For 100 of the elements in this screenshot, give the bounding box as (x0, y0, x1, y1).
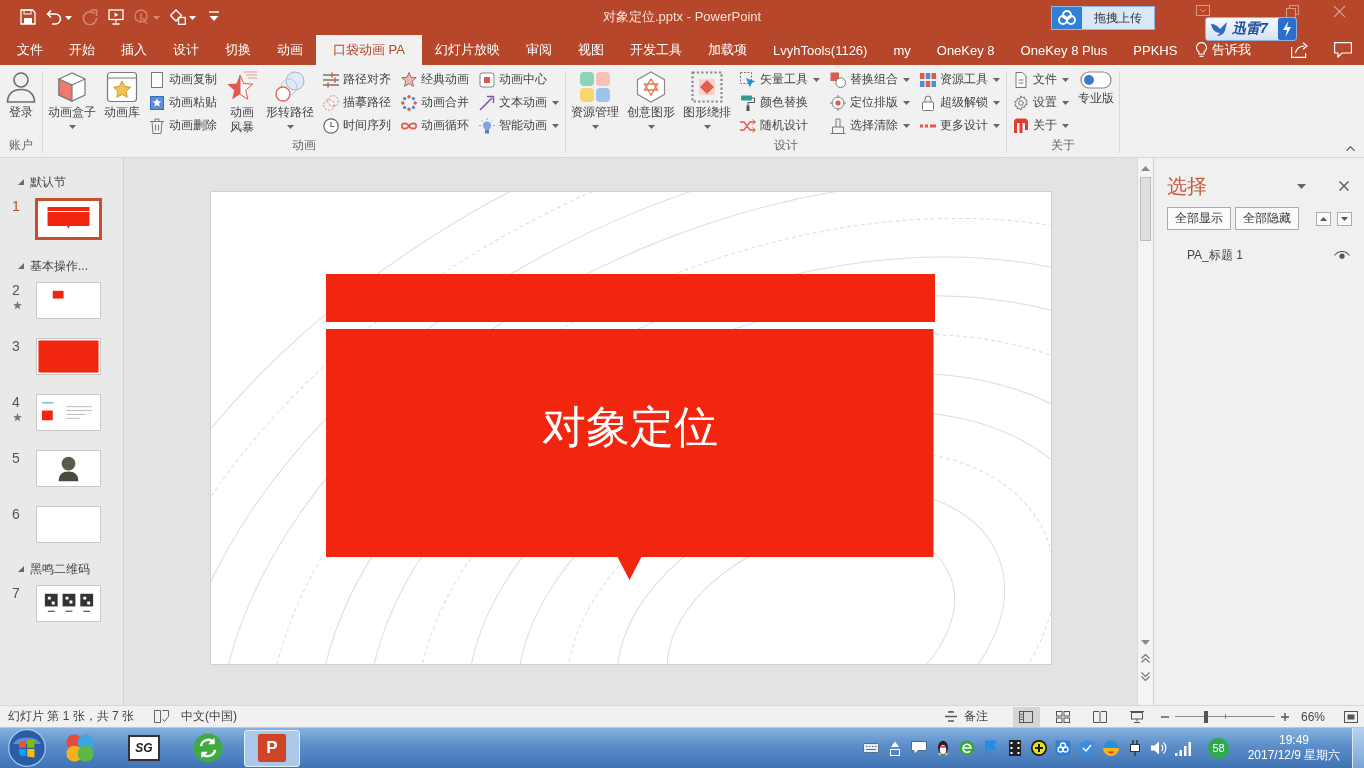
ribbon-button[interactable]: 随机设计 (737, 114, 823, 137)
ribbon-button[interactable]: 经典动画 (398, 68, 472, 91)
signal-icon[interactable] (1175, 740, 1191, 756)
globe-icon[interactable] (959, 740, 975, 756)
slide-thumbnail[interactable] (35, 198, 102, 240)
ribbon-tab[interactable]: 文件 (4, 35, 56, 65)
ribbon-button[interactable]: 图形绕排 (681, 68, 733, 129)
previous-slide-icon[interactable] (1141, 654, 1150, 663)
ribbon-button[interactable]: 动画风暴 (224, 68, 260, 135)
slide-thumbnail[interactable] (36, 338, 101, 375)
tell-me-button[interactable]: 告诉我 (1196, 41, 1252, 58)
comment-icon[interactable] (1334, 42, 1352, 58)
ribbon-tab[interactable]: 幻灯片放映 (422, 35, 513, 65)
ribbon-button[interactable]: 矢量工具 (737, 68, 823, 91)
ribbon-tab[interactable]: 插入 (108, 35, 160, 65)
ribbon-tab[interactable]: 切换 (212, 35, 264, 65)
ribbon-button[interactable]: 形转路径 (264, 68, 316, 129)
ribbon-button[interactable]: 动画粘贴 (146, 91, 220, 114)
start-button[interactable] (8, 729, 46, 767)
plug-icon[interactable] (1127, 740, 1143, 756)
clock-date[interactable]: 2017/12/9 星期六 (1247, 748, 1341, 763)
ribbon-button[interactable]: 资源管理 (569, 68, 621, 129)
scrollbar-thumb[interactable] (1140, 177, 1151, 241)
ribbon-button[interactable]: 专业版 (1076, 68, 1116, 106)
ribbon-button[interactable]: 颜色替换 (737, 91, 823, 114)
ribbon-button[interactable]: 描摹路径 (320, 91, 394, 114)
ribbon-tab[interactable]: 口袋动画 PA (316, 35, 422, 65)
ribbon-tab[interactable]: LvyhTools(1126) (760, 35, 881, 65)
pane-button[interactable]: 全部隐藏 (1235, 207, 1299, 230)
ribbon-button[interactable]: 文本动画 (476, 91, 562, 114)
ribbon-button[interactable]: 时间序列 (320, 114, 394, 137)
slide-thumbnail[interactable] (36, 450, 101, 487)
penguin-icon[interactable] (935, 740, 951, 756)
ribbon-button[interactable]: 资源工具 (917, 68, 1003, 91)
object-name[interactable]: PA_标题 1 (1187, 246, 1243, 264)
ribbon-button[interactable]: 更多设计 (917, 114, 1003, 137)
taskbar-button[interactable]: SG (116, 729, 172, 767)
section-header[interactable]: 黑鸣二维码 (0, 559, 90, 579)
caret-icon[interactable] (1297, 183, 1306, 189)
zoom-slider-thumb[interactable] (1203, 710, 1208, 723)
ribbon-button[interactable]: 文件 (1010, 68, 1072, 91)
ribbon-button[interactable]: 智能动画 (476, 114, 562, 137)
pane-button[interactable]: 全部显示 (1167, 207, 1231, 230)
ribbon-button[interactable]: 动画库 (102, 68, 142, 120)
slide-thumbnail[interactable] (36, 394, 101, 431)
ribbon-button[interactable]: 动画中心 (476, 68, 562, 91)
slide-thumbnail[interactable] (36, 585, 101, 622)
ribbon-button[interactable]: 动画合并 (398, 91, 472, 114)
section-header[interactable]: 默认节 (0, 172, 66, 192)
zoom-in-icon[interactable] (1280, 712, 1289, 721)
ribbon-tab[interactable]: 开始 (56, 35, 108, 65)
ribbon-button[interactable]: 路径对齐 (320, 68, 394, 91)
spell-check-icon[interactable] (154, 710, 170, 723)
ribbon-button[interactable]: 设置 (1010, 91, 1072, 114)
ribbon-button[interactable]: 定位排版 (827, 91, 913, 114)
ribbon-tab[interactable]: my (880, 35, 924, 65)
ribbon-tab[interactable]: 设计 (160, 35, 212, 65)
ribbon-tab[interactable]: OneKey 8 Plus (1007, 35, 1121, 65)
speech-bubble-icon[interactable] (911, 740, 927, 756)
view-button[interactable] (1012, 706, 1040, 727)
fit-to-window-icon[interactable] (1344, 710, 1358, 723)
film-icon[interactable] (1007, 740, 1023, 756)
section-header[interactable]: 基本操作... (0, 256, 88, 276)
next-slide-icon[interactable] (1141, 672, 1150, 681)
speaker-icon[interactable] (1151, 740, 1167, 756)
restore-icon[interactable] (1286, 5, 1299, 18)
collapse-ribbon-icon[interactable] (1346, 146, 1355, 151)
plus-circle-icon[interactable] (1031, 740, 1047, 756)
upload-button[interactable]: 拖拽上传 (1051, 6, 1155, 30)
ribbon-button[interactable]: 动画复制 (146, 68, 220, 91)
move-up-button[interactable] (1316, 211, 1331, 226)
share-icon[interactable] (1291, 42, 1308, 58)
zoom-level[interactable]: 66% (1300, 709, 1325, 724)
zoom-slider[interactable] (1174, 710, 1275, 723)
ribbon-button[interactable]: 创意图形 (625, 68, 677, 129)
ribbon-tab[interactable]: 动画 (264, 35, 316, 65)
slide-thumbnail[interactable] (36, 506, 101, 543)
ribbon-tab[interactable]: 审阅 (513, 35, 565, 65)
eye-icon[interactable] (1334, 250, 1350, 260)
ribbon-button[interactable]: 登录 (3, 68, 39, 120)
ribbon-tab[interactable]: OneKey 8 (923, 35, 1008, 65)
move-down-button[interactable] (1337, 211, 1352, 226)
slide-thumbnail[interactable] (36, 282, 101, 319)
scroll-down-icon[interactable] (1141, 640, 1150, 645)
notes-button[interactable]: 备注 (944, 708, 988, 725)
floating-widget[interactable]: 迅雷7 (1205, 17, 1297, 41)
taskbar-button[interactable]: P (244, 729, 300, 767)
ribbon-button[interactable]: 关于 (1010, 114, 1072, 137)
ribbon-button[interactable]: 动画循环 (398, 114, 472, 137)
ribbon-button[interactable]: 超级解锁 (917, 91, 1003, 114)
ribbon-button[interactable]: 替换组合 (827, 68, 913, 91)
close-icon[interactable] (1339, 181, 1349, 191)
shield-icon[interactable] (1079, 740, 1095, 756)
ribbon-button[interactable]: 动画盒子 (46, 68, 98, 129)
zoom-out-icon[interactable] (1160, 715, 1169, 718)
ribbon-tab[interactable]: 加载项 (695, 35, 760, 65)
up-arrow-icon[interactable] (887, 740, 903, 756)
rings-icon[interactable] (1055, 740, 1071, 756)
ribbon-button[interactable]: 选择清除 (827, 114, 913, 137)
ribbon-button[interactable]: 动画删除 (146, 114, 220, 137)
